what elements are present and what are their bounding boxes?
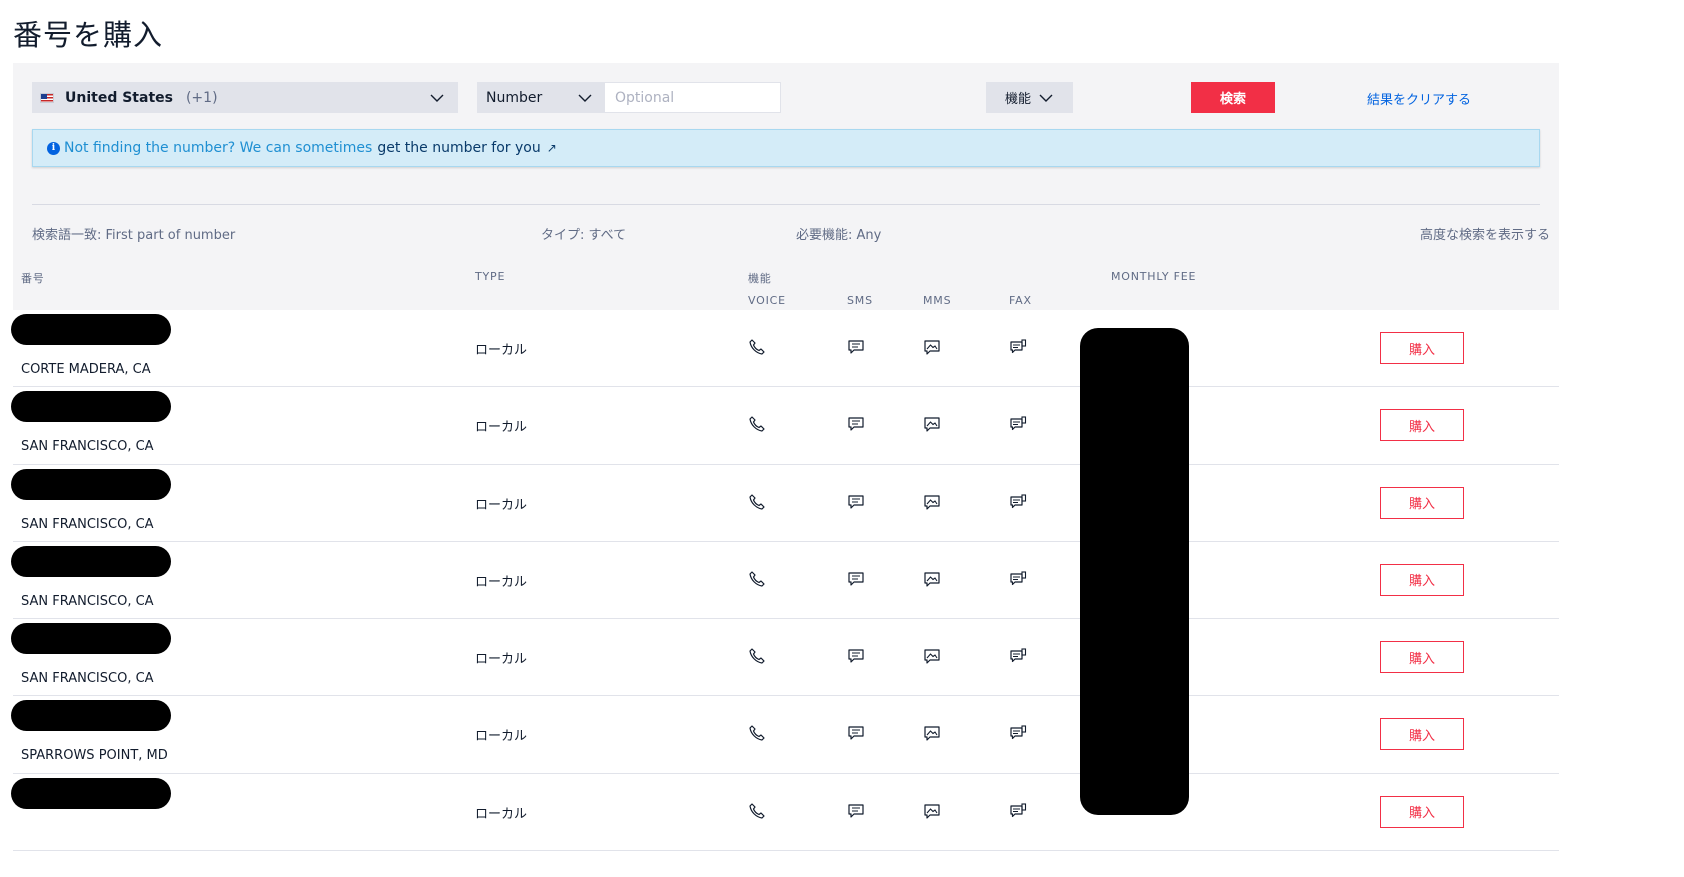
phone-icon [749, 803, 765, 819]
redacted-phone-number [11, 777, 171, 809]
info-icon: i [47, 141, 60, 155]
phone-icon [749, 725, 765, 742]
table-row: SAN FRANCISCO, CA ローカル 購入 [11, 619, 1559, 697]
page-title: 番号を購入 [13, 18, 164, 52]
column-header-type: TYPE [475, 270, 506, 283]
column-header-fax: FAX [1009, 294, 1032, 307]
buy-button[interactable]: 購入 [1380, 795, 1464, 828]
row-type: ローカル [475, 729, 528, 745]
column-header-number: 番号 [21, 272, 45, 285]
chevron-down-icon [430, 94, 444, 102]
sms-icon [848, 340, 864, 354]
chevron-down-icon [1039, 94, 1053, 102]
table-row: SPARROWS POINT, MD ローカル 購入 [11, 696, 1559, 774]
sms-icon [848, 572, 864, 586]
mms-icon [924, 494, 940, 510]
external-link-icon: ↗ [546, 141, 557, 155]
buy-button[interactable]: 購入 [1380, 409, 1464, 442]
banner-text: Not finding the number? We can sometimes [64, 140, 373, 156]
mms-icon [924, 340, 940, 355]
redacted-phone-number [11, 468, 171, 500]
country-code: (+1) [185, 89, 218, 106]
redacted-monthly-fee-column [1080, 328, 1189, 815]
row-type: ローカル [475, 497, 528, 513]
row-type: ローカル [475, 343, 528, 358]
row-location: CORTE MADERA, CA [21, 362, 151, 377]
phone-icon [749, 571, 765, 587]
row-location: SAN FRANCISCO, CA [21, 671, 154, 687]
table-row: SAN FRANCISCO, CA ローカル 購入 [11, 542, 1559, 620]
mms-icon [924, 649, 940, 664]
phone-icon [749, 648, 765, 664]
mms-icon [924, 572, 940, 587]
capability-filter-select[interactable]: 機能 [986, 82, 1073, 113]
advanced-search-link[interactable]: 高度な検索を表示する [1420, 224, 1550, 243]
fax-icon [1010, 725, 1027, 740]
redacted-phone-number [11, 314, 171, 345]
sms-icon [848, 649, 864, 663]
sms-icon [848, 417, 864, 431]
fax-icon [1010, 648, 1027, 663]
redacted-phone-number [11, 545, 171, 577]
mms-icon [924, 417, 940, 432]
search-type-value: Number [486, 89, 543, 106]
search-panel: United States (+1) Number 機能 検索 結果をクリアする… [13, 63, 1559, 310]
buy-button[interactable]: 購入 [1380, 563, 1464, 596]
get-number-link[interactable]: get the number for you [377, 140, 540, 156]
clear-results-link[interactable]: 結果をクリアする [1367, 89, 1471, 108]
filter-capabilities-summary: 必要機能: Any [796, 228, 882, 243]
row-location: SPARROWS POINT, MD [21, 748, 168, 764]
row-location: SAN FRANCISCO, CA [21, 439, 154, 455]
country-name: United States [65, 89, 173, 106]
table-row: SAN FRANCISCO, CA ローカル 購入 [11, 387, 1559, 465]
column-header-capabilities: 機能 [748, 272, 772, 285]
redacted-phone-number [11, 391, 171, 423]
filter-type-summary: タイプ: すべて [541, 228, 627, 243]
buy-button[interactable]: 購入 [1380, 641, 1464, 674]
redacted-phone-number [11, 623, 171, 655]
row-type: ローカル [475, 574, 528, 590]
divider [32, 204, 1540, 205]
column-header-mms: MMS [923, 294, 952, 307]
sms-icon [848, 804, 864, 818]
column-header-voice: VOICE [748, 294, 786, 307]
table-row: CORTE MADERA, CA ローカル 購入 [11, 310, 1559, 388]
fax-icon [1010, 803, 1027, 817]
buy-button[interactable]: 購入 [1380, 486, 1464, 519]
fax-icon [1010, 571, 1027, 585]
sms-icon [848, 726, 864, 741]
redacted-phone-number [11, 700, 171, 732]
fax-icon [1010, 339, 1027, 354]
column-header-monthly-fee: MONTHLY FEE [1111, 270, 1197, 283]
row-location: SAN FRANCISCO, CA [21, 516, 154, 532]
search-button[interactable]: 検索 [1191, 82, 1275, 113]
row-type: ローカル [475, 420, 528, 436]
search-type-select[interactable]: Number [477, 82, 604, 113]
phone-icon [749, 416, 765, 432]
mms-icon [924, 804, 940, 819]
row-type: ローカル [475, 652, 528, 668]
mms-icon [924, 726, 940, 742]
row-location: SAN FRANCISCO, CA [21, 593, 154, 609]
phone-icon [749, 493, 765, 510]
info-banner: i Not finding the number? We can sometim… [32, 129, 1540, 167]
table-row: SAN FRANCISCO, CA ローカル 購入 [11, 465, 1559, 542]
us-flag-icon [40, 92, 54, 103]
number-search-input[interactable] [604, 82, 781, 113]
fax-icon [1010, 416, 1027, 431]
capability-filter-label: 機能 [1005, 92, 1032, 107]
phone-icon [749, 339, 765, 355]
buy-button[interactable]: 購入 [1380, 718, 1464, 751]
fax-icon [1010, 494, 1027, 508]
country-select[interactable]: United States (+1) [32, 82, 458, 113]
row-type: ローカル [475, 806, 528, 822]
chevron-down-icon [578, 94, 592, 102]
sms-icon [848, 494, 864, 509]
column-header-sms: SMS [847, 294, 873, 307]
results-table: CORTE MADERA, CA ローカル 購入 SAN FRANCISCO, … [11, 310, 1559, 852]
filter-match-summary: 検索語一致: First part of number [32, 228, 236, 243]
table-row: ローカル 購入 [11, 774, 1559, 852]
buy-button[interactable]: 購入 [1380, 332, 1464, 364]
